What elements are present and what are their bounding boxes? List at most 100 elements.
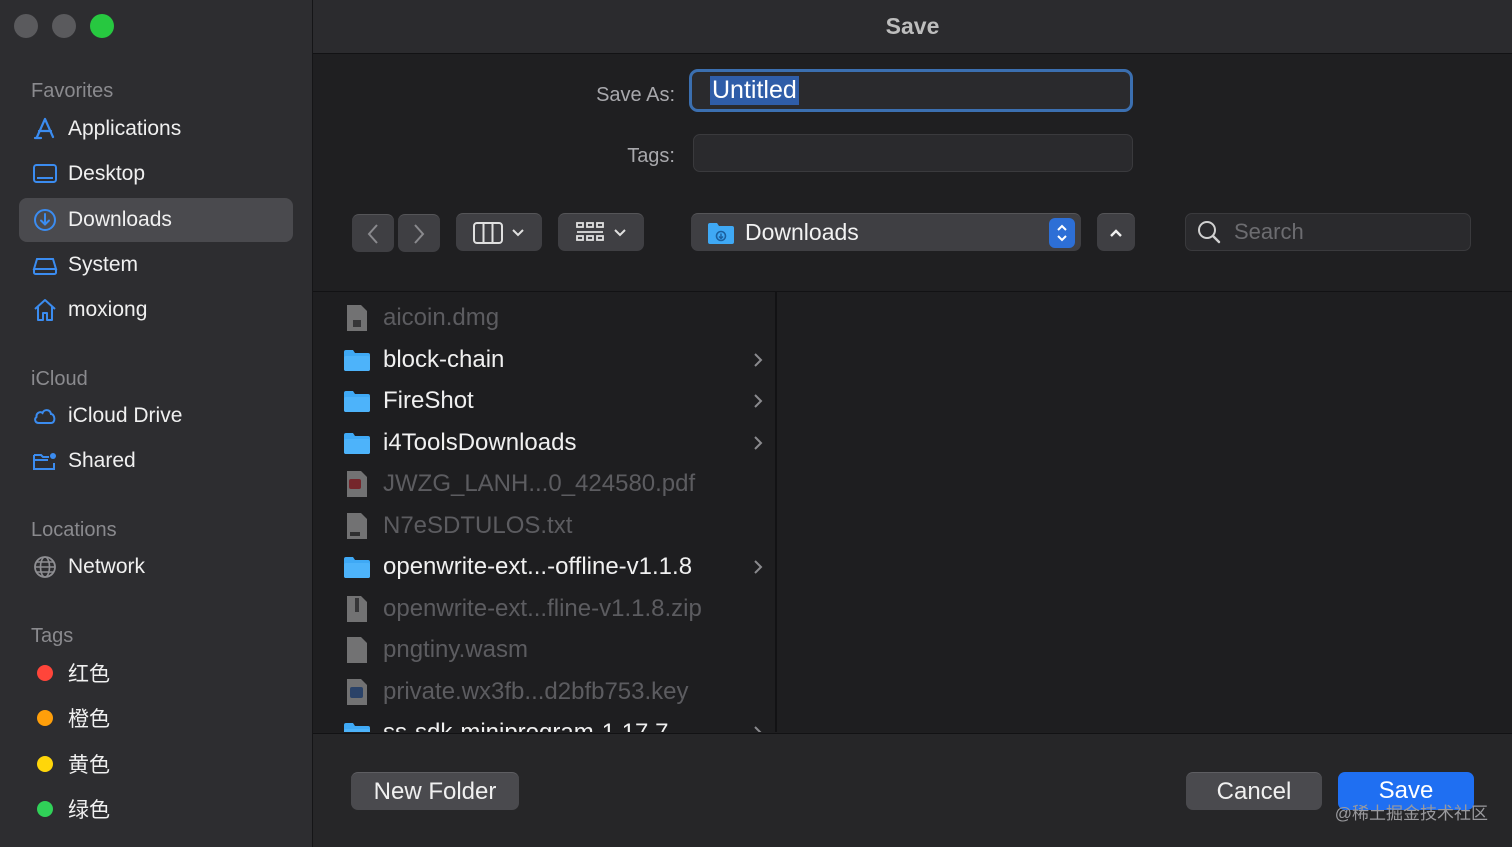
sidebar-item-applications[interactable]: Applications	[19, 107, 293, 151]
save-as-label: Save As:	[596, 84, 675, 106]
shared-folder-icon	[31, 447, 59, 475]
chevron-right-icon	[754, 560, 763, 574]
file-name: N7eSDTULOS.txt	[383, 512, 573, 539]
new-folder-button[interactable]: New Folder	[351, 772, 519, 810]
favorites-section-title: Favorites	[31, 80, 114, 102]
list-item[interactable]: aicoin.dmg	[343, 298, 763, 338]
sidebar-item-label: 橙色	[68, 708, 110, 731]
sidebar-item-label: 黄色	[68, 754, 110, 777]
chevron-down-icon	[512, 228, 524, 236]
sidebar-item-desktop[interactable]: Desktop	[19, 152, 293, 196]
sidebar: Favorites Applications Desktop Downloads…	[0, 0, 313, 847]
window-title: Save	[313, 0, 1512, 54]
pdf-icon	[343, 470, 371, 498]
view-mode-button[interactable]	[456, 213, 542, 251]
sidebar-item-label: Network	[68, 555, 146, 578]
main-pane: Save Save As: Untitled Tags: Downloads S…	[313, 0, 1512, 847]
document-icon	[343, 636, 371, 664]
save-as-input[interactable]: Untitled	[689, 69, 1133, 112]
save-dialog: Favorites Applications Desktop Downloads…	[0, 0, 1512, 847]
sidebar-item-label: Downloads	[68, 208, 172, 231]
sidebar-item-system[interactable]: System	[19, 243, 293, 287]
preview-column	[777, 292, 1512, 732]
back-button[interactable]	[352, 214, 394, 252]
chevron-right-icon	[754, 353, 763, 367]
sidebar-item-label: Desktop	[68, 162, 146, 185]
location-popup[interactable]: Downloads	[691, 213, 1081, 251]
tag-dot-yellow	[37, 756, 53, 772]
list-item[interactable]: openwrite-ext...-offline-v1.1.8	[343, 547, 763, 587]
sidebar-tag-yellow[interactable]: 黄色	[19, 742, 293, 786]
sidebar-item-shared[interactable]: Shared	[19, 439, 293, 483]
drive-icon	[31, 251, 59, 279]
sidebar-item-home[interactable]: moxiong	[19, 288, 293, 332]
group-mode-button[interactable]	[558, 213, 644, 251]
file-name: JWZG_LANH...0_424580.pdf	[383, 470, 696, 497]
globe-icon	[31, 553, 59, 581]
list-item[interactable]: ss-sdk-miniprogram-1.17.7	[343, 713, 763, 732]
list-item[interactable]: JWZG_LANH...0_424580.pdf	[343, 464, 763, 504]
list-item[interactable]: FireShot	[343, 381, 763, 421]
close-button[interactable]	[14, 14, 38, 38]
file-name: aicoin.dmg	[383, 304, 500, 331]
sidebar-item-network[interactable]: Network	[19, 545, 293, 589]
zoom-button[interactable]	[90, 14, 114, 38]
chevron-right-icon	[414, 223, 425, 244]
tag-dot-orange	[37, 710, 53, 726]
list-item[interactable]: block-chain	[343, 340, 763, 380]
bottom-bar: New Folder Cancel Save @稀土掘金技术社区	[313, 733, 1512, 847]
grid-view-icon	[576, 221, 604, 241]
file-column[interactable]: aicoin.dmg block-chain FireShot i4ToolsD…	[313, 292, 777, 732]
minimize-button[interactable]	[52, 14, 76, 38]
search-placeholder: Search	[1234, 219, 1304, 244]
list-item[interactable]: private.wx3fb...d2bfb753.key	[343, 672, 763, 712]
list-item[interactable]: N7eSDTULOS.txt	[343, 506, 763, 546]
sidebar-tag-green[interactable]: 绿色	[19, 787, 293, 831]
location-name: Downloads	[745, 219, 859, 245]
cloud-icon	[31, 402, 59, 430]
file-name: pngtiny.wasm	[383, 636, 528, 663]
up-down-chevron-icon	[1057, 224, 1067, 242]
sidebar-item-label: Applications	[68, 117, 182, 140]
sidebar-item-label: 红色	[68, 663, 110, 686]
cancel-button[interactable]: Cancel	[1186, 772, 1322, 810]
sidebar-tag-orange[interactable]: 橙色	[19, 696, 293, 740]
file-name: openwrite-ext...fline-v1.1.8.zip	[383, 595, 702, 622]
list-item[interactable]: i4ToolsDownloads	[343, 423, 763, 463]
file-name: FireShot	[383, 387, 474, 414]
list-item[interactable]: openwrite-ext...fline-v1.1.8.zip	[343, 589, 763, 629]
watermark: @稀土掘金技术社区	[1334, 804, 1488, 823]
downloads-folder-icon	[708, 222, 734, 244]
list-item[interactable]: pngtiny.wasm	[343, 630, 763, 670]
desktop-icon	[31, 160, 59, 188]
chevron-right-icon	[754, 436, 763, 450]
search-icon	[1198, 221, 1221, 244]
locations-section-title: Locations	[31, 519, 117, 541]
sidebar-item-downloads[interactable]: Downloads	[19, 198, 293, 242]
document-icon	[343, 304, 371, 332]
tag-dot-green	[37, 801, 53, 817]
chevron-down-icon	[614, 228, 626, 236]
sidebar-item-icloud-drive[interactable]: iCloud Drive	[19, 394, 293, 438]
sidebar-item-label: moxiong	[68, 298, 148, 321]
location-stepper[interactable]	[1049, 218, 1075, 248]
chevron-up-icon	[1110, 228, 1122, 237]
file-name: block-chain	[383, 346, 505, 373]
forward-button[interactable]	[398, 214, 440, 252]
file-name: openwrite-ext...-offline-v1.1.8	[383, 553, 693, 580]
folder-icon	[343, 387, 371, 415]
zip-icon	[343, 595, 371, 623]
chevron-left-icon	[367, 223, 378, 244]
sidebar-item-label: System	[68, 253, 139, 276]
column-view-icon	[473, 221, 503, 244]
tags-section-title: Tags	[31, 625, 74, 647]
collapse-button[interactable]	[1097, 213, 1135, 251]
sidebar-item-label: iCloud Drive	[68, 404, 183, 427]
tags-input[interactable]	[693, 134, 1133, 172]
icloud-section-title: iCloud	[31, 368, 88, 390]
sidebar-tag-red[interactable]: 红色	[19, 651, 293, 695]
chevron-right-icon	[754, 726, 762, 732]
search-field[interactable]: Search	[1185, 213, 1471, 251]
folder-icon	[343, 346, 371, 374]
file-name: private.wx3fb...d2bfb753.key	[383, 678, 689, 705]
